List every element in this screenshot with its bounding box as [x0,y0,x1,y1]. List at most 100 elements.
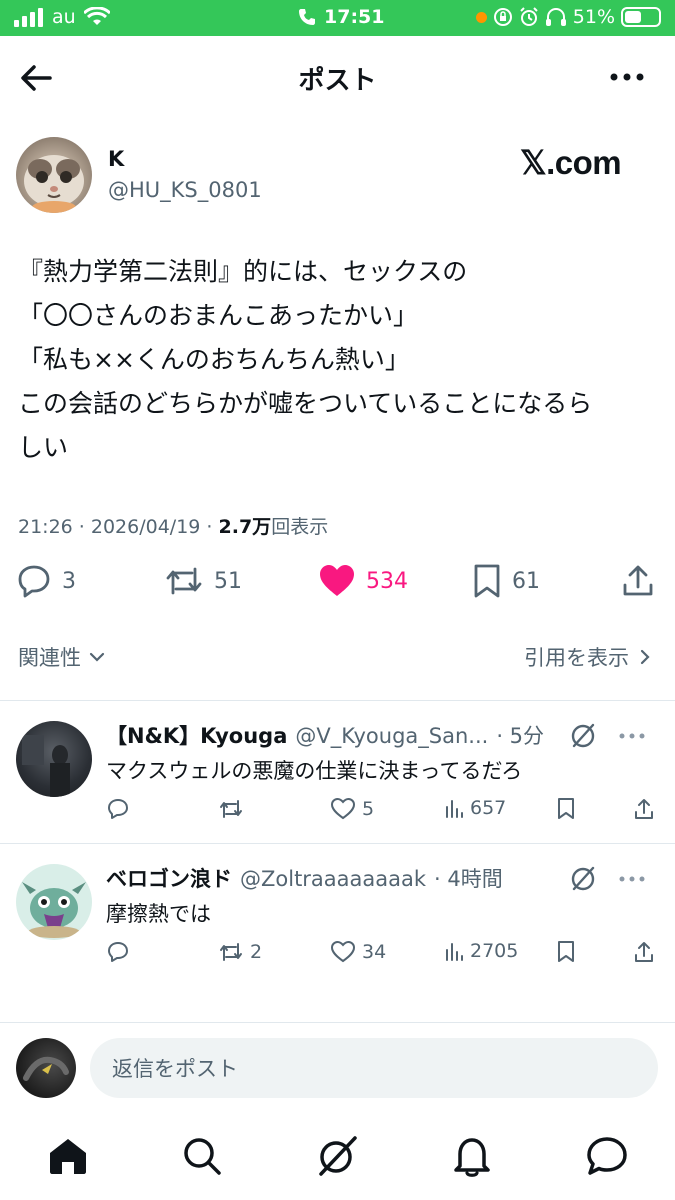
battery-icon [621,7,661,27]
status-bar: au 17:51 51% [0,0,675,36]
reply-reply-button[interactable] [106,797,136,821]
repost-icon [220,800,242,818]
chevron-right-icon [640,649,650,665]
status-time: 17:51 [324,6,385,28]
grok-icon[interactable] [569,722,597,750]
post-text-line: しい [18,433,69,462]
messages-icon [587,1137,627,1175]
reply-avatar[interactable] [16,721,92,797]
post-actions: 3 51 534 61 [0,563,675,607]
reply-icon [18,565,50,598]
reply-time: · 5分 [496,724,545,748]
reply-header-icons [569,865,645,893]
bottom-nav [0,1120,675,1200]
reply-header-icons [569,722,645,750]
bookmark-icon [558,941,574,962]
more-button[interactable] [607,62,647,92]
more-horizontal-icon[interactable] [619,874,645,884]
author-handle[interactable]: @HU_KS_0801 [108,178,262,202]
header: ポスト [0,36,675,118]
reply-actions: 5 657 [0,797,675,827]
repost-button[interactable]: 51 [164,563,242,599]
repost-count: 51 [214,568,242,594]
monster-avatar-image [22,882,86,938]
more-horizontal-icon [610,73,644,81]
post-text-line: 『熱力学第二法則』的には、セックスの [18,257,468,286]
reply-bookmark-button[interactable] [556,797,576,821]
reply-share-button[interactable] [632,940,656,964]
bookmark-count: 61 [512,568,540,594]
rotation-lock-icon [493,8,512,26]
like-button[interactable]: 534 [318,563,408,599]
reply-views-button[interactable]: 2705 [444,940,518,962]
reply-like-button[interactable]: 34 [330,940,386,964]
reply-view-count: 657 [470,797,507,819]
share-button[interactable] [620,563,656,599]
reply-like-count: 5 [362,798,375,820]
post-meta: 21:26 · 2026/04/19 · 2.7万回表示 [18,512,328,539]
nav-grok[interactable] [315,1134,359,1178]
reply-share-button[interactable] [632,797,656,821]
alarm-icon [520,7,538,26]
views-label: 回表示 [271,516,329,538]
reply-button[interactable]: 3 [16,563,76,599]
bookmark-icon [558,798,574,819]
repost-icon [166,567,202,595]
reply-repost-button[interactable] [218,797,250,821]
reply-view-count: 2705 [470,940,519,962]
reply-bookmark-button[interactable] [556,940,576,964]
heart-icon [330,797,356,820]
sort-label: 関連性 [18,646,81,670]
author-name[interactable]: K [108,147,124,171]
reply-like-button[interactable]: 5 [330,797,374,821]
post-text-line: この会話のどちらかが嘘をついていることになるら [18,389,593,418]
reply-views-button[interactable]: 657 [444,797,506,819]
sort-dropdown[interactable]: 関連性 [18,642,107,672]
nav-messages[interactable] [585,1134,629,1178]
reply-header: 【N&K】Kyouga @V_Kyouga_San... · 5分 [106,720,544,750]
page-title: ポスト [298,66,377,96]
reply-item[interactable]: 【N&K】Kyouga @V_Kyouga_San... · 5分 マクスウェル… [0,700,675,843]
author-avatar[interactable] [16,137,92,213]
post-text: 『熱力学第二法則』的には、セックスの 「〇〇さんのおまんこあったかい」 「私も×… [18,250,658,470]
reply-author-name[interactable]: 【N&K】Kyouga [106,720,287,750]
nav-search[interactable] [180,1134,224,1178]
x-logo-watermark: 𝕏.com [520,144,622,181]
more-horizontal-icon[interactable] [619,731,645,741]
person-photo-avatar [22,735,70,797]
phone-icon [299,9,315,25]
repost-icon [220,943,242,961]
recording-indicator [475,11,487,23]
sort-row: 関連性 引用を表示 [0,634,675,678]
views-count: 2.7万 [218,516,272,538]
reply-author-handle[interactable]: @V_Kyouga_San... [295,724,488,748]
share-icon [635,942,653,962]
hand-photo-avatar [23,1056,69,1081]
grok-icon[interactable] [569,865,597,893]
reply-text: 摩擦熱では [106,902,211,926]
reply-count: 3 [62,568,76,594]
nav-notifications[interactable] [450,1134,494,1178]
reply-item[interactable]: ベロゴン浪ド @Zoltraaaaaaaak · 4時間 摩擦熱では 2 34 … [0,843,675,986]
reply-author-handle[interactable]: @Zoltraaaaaaaak [240,867,426,891]
reply-icon [108,942,128,962]
reply-avatar[interactable] [16,864,92,940]
reply-reply-button[interactable] [106,940,136,964]
reply-input[interactable]: 返信をポスト [90,1038,658,1098]
analytics-icon [446,943,463,961]
reply-header: ベロゴン浪ド @Zoltraaaaaaaak · 4時間 [106,863,503,893]
reply-author-name[interactable]: ベロゴン浪ド [106,863,232,893]
status-left: au [14,6,110,28]
divider [0,1022,675,1023]
reply-actions: 2 34 2705 [0,940,675,970]
bookmark-button[interactable]: 61 [472,563,540,599]
my-avatar[interactable] [16,1038,76,1098]
reply-time: · 4時間 [434,867,503,891]
view-quotes-link[interactable]: 引用を表示 [524,642,653,672]
heart-icon [330,940,356,963]
nav-home[interactable] [46,1134,90,1178]
signal-icon [14,8,43,27]
grok-icon [319,1136,357,1176]
notifications-icon [454,1138,490,1177]
reply-repost-button[interactable]: 2 [218,940,262,964]
